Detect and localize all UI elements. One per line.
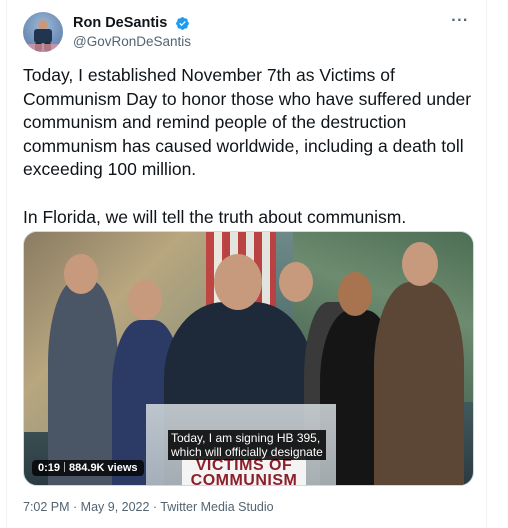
video-caption: Today, I am signing HB 395, which will o… [168, 430, 326, 460]
person-head [338, 272, 372, 316]
avatar[interactable] [23, 12, 63, 52]
caption-line-2: which will officially designate [171, 445, 323, 459]
person-head [214, 254, 262, 310]
sign-line-2: COMMUNISM [190, 472, 298, 486]
video-player[interactable]: VICTIMS OF COMMUNISM Today, I am signing… [23, 231, 474, 486]
verified-badge-icon [175, 16, 189, 30]
tweet-card: Ron DeSantis @GovRonDeSantis ··· Today, … [6, 0, 487, 528]
tweet-timestamp[interactable]: 7:02 PM · May 9, 2022 · Twitter Media St… [23, 499, 274, 515]
sign-line-1: VICTIMS OF [195, 457, 293, 474]
podium-sign: VICTIMS OF COMMUNISM [182, 456, 306, 486]
person-head [402, 242, 438, 286]
person-head [128, 280, 162, 320]
more-options-icon[interactable]: ··· [448, 13, 472, 34]
author-handle[interactable]: @GovRonDeSantis [73, 33, 191, 51]
video-stats-badge: 0:19 884.9K views [32, 460, 144, 476]
caption-line-1: Today, I am signing HB 395, [171, 431, 321, 445]
video-duration: 0:19 [38, 462, 61, 474]
tweet-header: Ron DeSantis @GovRonDeSantis ··· [23, 12, 472, 56]
author-names: Ron DeSantis @GovRonDeSantis [73, 14, 191, 51]
person [48, 280, 118, 485]
person [374, 282, 464, 485]
author-name[interactable]: Ron DeSantis [73, 14, 167, 32]
person-head [64, 254, 98, 294]
tweet-text: Today, I established November 7th as Vic… [23, 65, 472, 227]
person-head [279, 262, 313, 302]
video-views: 884.9K views [69, 462, 138, 474]
